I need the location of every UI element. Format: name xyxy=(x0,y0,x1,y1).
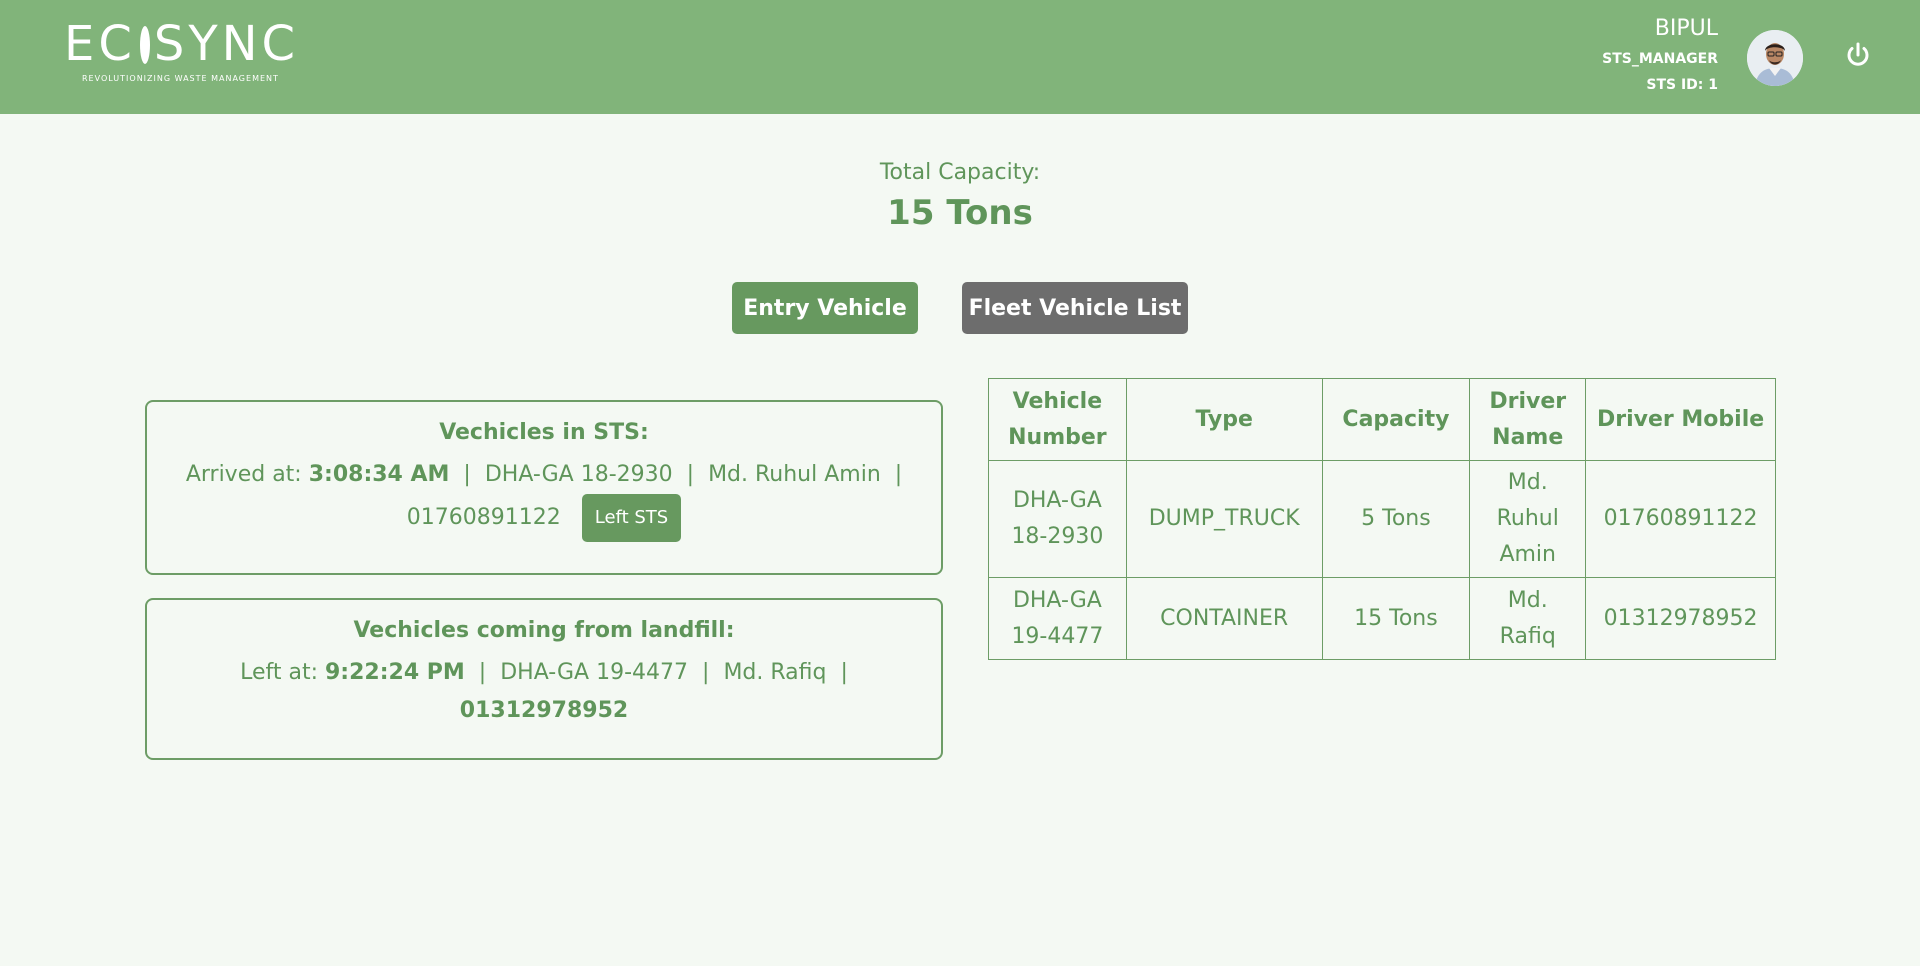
user-role: STS_MANAGER xyxy=(1602,51,1718,67)
power-icon xyxy=(1847,42,1869,66)
left-time: 9:22:24 PM xyxy=(325,660,465,685)
cell-driver-name: Md. Ruhul Amin xyxy=(1469,460,1587,578)
header-driver-name: Driver Name xyxy=(1469,378,1587,461)
cell-driver-mobile: 01312978952 xyxy=(1585,577,1776,660)
left-sts-button[interactable]: Left STS xyxy=(581,494,682,542)
header-type: Type xyxy=(1125,378,1323,461)
cell-driver-mobile: 01760891122 xyxy=(1585,460,1776,578)
vehicle-entry: Arrived at: 3:08:34 AM | DHA-GA 18-2930 … xyxy=(177,456,911,542)
user-name: BIPUL xyxy=(1654,16,1718,41)
cell-vehicle-number: DHA-GA 18-2930 xyxy=(988,460,1127,578)
fleet-vehicle-list-button[interactable]: Fleet Vehicle List xyxy=(962,282,1188,334)
ecosync-logo[interactable]: EC SYNC REVOLUTIONIZING WASTE MANAGEMENT xyxy=(64,16,300,88)
cell-driver-name: Md. Rafiq xyxy=(1469,577,1587,660)
table-header-row: Vehicle Number Type Capacity Driver Name… xyxy=(988,378,1776,461)
driver-name: Md. Ruhul Amin xyxy=(708,462,881,487)
separator: | xyxy=(679,462,702,487)
logo-wordmark: EC SYNC xyxy=(64,16,300,72)
top-header: EC SYNC REVOLUTIONIZING WASTE MANAGEMENT … xyxy=(0,0,1920,114)
table-row: DHA-GA 19-4477 CONTAINER 15 Tons Md. Raf… xyxy=(988,577,1776,660)
cell-vehicle-number: DHA-GA 19-4477 xyxy=(988,577,1127,660)
cell-type: CONTAINER xyxy=(1125,577,1323,660)
card-title: Vechicles in STS: xyxy=(439,420,649,445)
separator: | xyxy=(695,660,717,685)
header-capacity: Capacity xyxy=(1321,378,1471,461)
avatar[interactable] xyxy=(1747,30,1803,86)
vehicle-number: DHA-GA 18-2930 xyxy=(484,462,673,487)
cell-capacity: 15 Tons xyxy=(1321,577,1471,660)
driver-mobile: 01312978952 xyxy=(459,698,629,723)
user-sts-id: STS ID: 1 xyxy=(1646,77,1718,93)
vehicle-table: Vehicle Number Type Capacity Driver Name… xyxy=(988,378,1776,660)
header-driver-mobile: Driver Mobile xyxy=(1585,378,1776,461)
vehicle-entry: Left at: 9:22:24 PM | DHA-GA 19-4477 | M… xyxy=(177,654,911,730)
cell-capacity: 5 Tons xyxy=(1321,460,1471,578)
left-label: Left at: xyxy=(240,660,318,685)
logo-tagline: REVOLUTIONIZING WASTE MANAGEMENT xyxy=(82,74,279,83)
power-button[interactable] xyxy=(1843,40,1873,70)
vehicles-in-sts-card: Vechicles in STS: Arrived at: 3:08:34 AM… xyxy=(145,400,943,575)
capacity-value: 15 Tons xyxy=(887,193,1033,233)
driver-name: Md. Rafiq xyxy=(723,660,827,685)
arrived-time: 3:08:34 AM xyxy=(308,462,450,487)
driver-mobile: 01760891122 xyxy=(406,505,561,530)
arrived-label: Arrived at: xyxy=(185,462,302,487)
cell-type: DUMP_TRUCK xyxy=(1125,460,1323,578)
separator: | xyxy=(471,660,494,685)
entry-vehicle-button[interactable]: Entry Vehicle xyxy=(732,282,918,334)
vehicles-from-landfill-card: Vechicles coming from landfill: Left at:… xyxy=(145,598,943,760)
total-capacity: Total Capacity: 15 Tons xyxy=(0,158,1920,236)
logo-ring-icon xyxy=(139,26,150,64)
card-title: Vechicles coming from landfill: xyxy=(353,618,735,643)
vehicle-number: DHA-GA 19-4477 xyxy=(500,660,689,685)
separator: | xyxy=(456,462,478,487)
table-row: DHA-GA 18-2930 DUMP_TRUCK 5 Tons Md. Ruh… xyxy=(988,460,1776,578)
capacity-label: Total Capacity: xyxy=(879,160,1041,185)
separator: | xyxy=(887,462,903,487)
header-vehicle-number: Vehicle Number xyxy=(988,378,1127,461)
avatar-icon xyxy=(1747,30,1803,86)
user-info: BIPUL STS_MANAGER STS ID: 1 xyxy=(1602,14,1718,96)
separator: | xyxy=(833,660,848,685)
